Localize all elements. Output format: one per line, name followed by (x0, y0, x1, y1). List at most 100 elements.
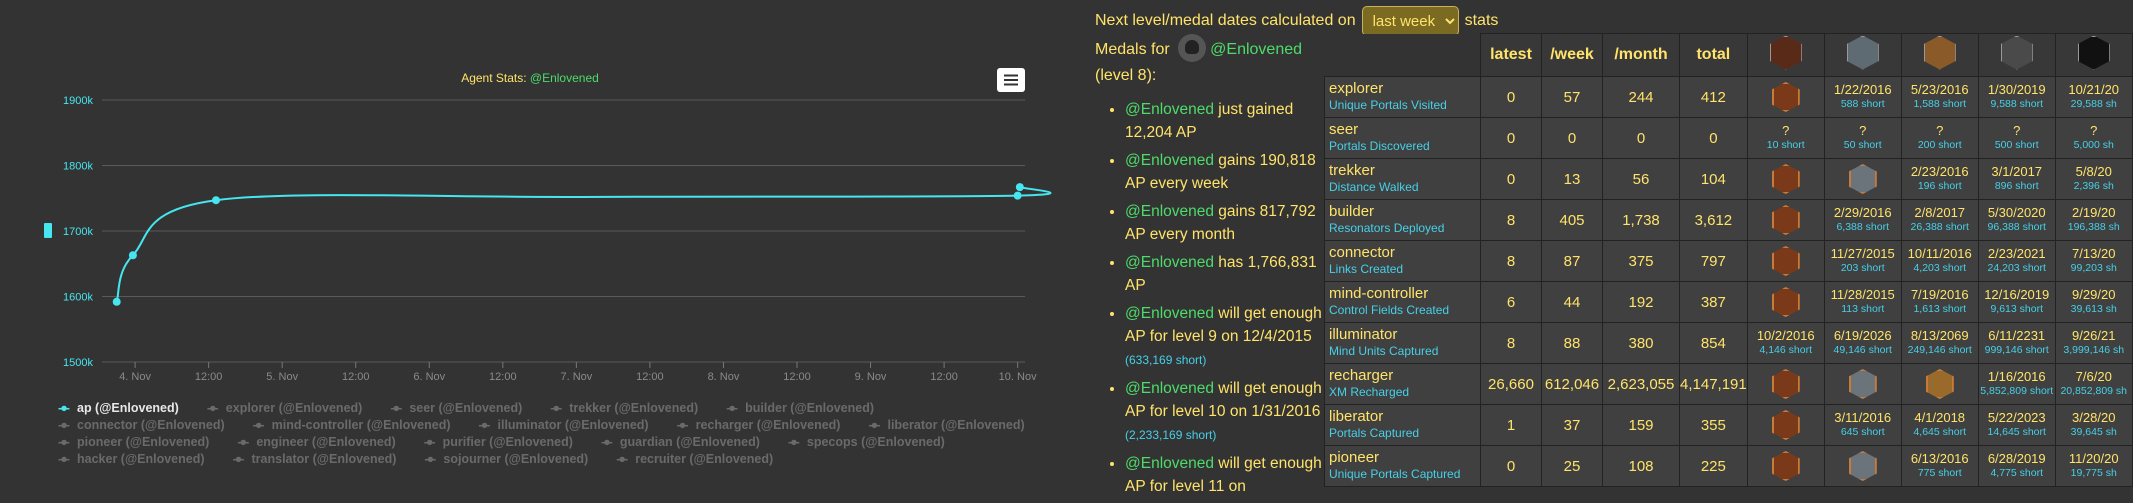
shortfall: 9,588 short (1990, 98, 2043, 110)
pioneer-bronze-icon (1771, 451, 1800, 481)
legend-label: mind-controller (@Enlovened) (271, 418, 451, 432)
stat-item: @Enlovened will get enough AP for level … (1125, 452, 1327, 498)
col-silver-medal (1823, 33, 1902, 77)
data-point[interactable] (128, 251, 137, 260)
recharger-bronze-icon (1771, 369, 1800, 399)
projected-date: 7/13/20 (2072, 246, 2116, 261)
legend-item[interactable]: -●- translator (@Enlovened) (227, 451, 397, 468)
table-row: illuminator Mind Units Captured 8 88 380 854 1… (1324, 322, 2133, 364)
legend-item[interactable]: -●- liberator (@Enlovened) (862, 417, 1025, 434)
projected-date: 3/28/20 (2072, 410, 2116, 425)
cell-total: 3,612 (1679, 199, 1748, 241)
legend-item[interactable]: -●- engineer (@Enlovened) (231, 434, 395, 451)
medal-earned-cell (1746, 240, 1825, 282)
medal-description: Portals Captured (1329, 426, 1420, 440)
legend-item[interactable]: -●- builder (@Enlovened) (720, 400, 874, 417)
legend-label: trekker (@Enlovened) (569, 401, 699, 415)
medal-description: XM Recharged (1329, 385, 1410, 399)
legend-item[interactable]: -●- purifier (@Enlovened) (418, 434, 573, 451)
period-select[interactable]: last week (1361, 6, 1459, 36)
legend-item[interactable]: -●- recharger (@Enlovened) (671, 417, 841, 434)
medal-projection-cell: ? 500 short (1977, 117, 2056, 159)
menu-button[interactable] (997, 68, 1025, 92)
legend-label: explorer (@Enlovened) (225, 401, 363, 415)
legend-item[interactable]: -●- pioneer (@Enlovened) (52, 434, 209, 451)
legend-label: guardian (@Enlovened) (619, 435, 760, 449)
projected-date: 7/6/20 (2075, 369, 2112, 384)
legend-label: ap (@Enlovened) (77, 401, 179, 415)
table-row: liberator Portals Captured 1 37 159 355 3/11/2… (1324, 404, 2133, 446)
legend-item[interactable]: -●- mind-controller (@Enlovened) (247, 417, 451, 434)
medal-name: connector (1329, 244, 1395, 261)
cell-latest: 26,660 (1480, 363, 1542, 405)
data-point[interactable] (112, 297, 121, 306)
stat-user[interactable]: @Enlovened (1125, 101, 1214, 118)
stat-user[interactable]: @Enlovened (1125, 203, 1214, 220)
table-row: recharger XM Recharged 26,660 612,046 2,623,… (1324, 363, 2133, 405)
medal-projection-cell: 6/28/2019 4,775 short (1977, 445, 2056, 487)
medals-for-user[interactable]: @Enlovened (1210, 41, 1302, 58)
legend-marker-icon: -●- (58, 452, 70, 466)
medal-name-cell: trekker Distance Walked (1324, 158, 1481, 200)
legend-item[interactable]: -●- hacker (@Enlovened) (52, 451, 204, 468)
medal-description: Control Fields Created (1329, 303, 1450, 317)
cell-total: 355 (1679, 404, 1748, 446)
data-point[interactable] (211, 196, 220, 205)
shortfall: 10 short (1766, 139, 1805, 151)
legend-item[interactable]: -●- illuminator (@Enlovened) (473, 417, 649, 434)
medal-projection-cell: 12/16/2019 9,613 short (1977, 281, 2056, 323)
legend-item[interactable]: -●- sojourner (@Enlovened) (418, 451, 588, 468)
projected-date: 5/8/20 (2075, 164, 2112, 179)
cell-total: 412 (1679, 76, 1748, 118)
legend-item[interactable]: -●- explorer (@Enlovened) (201, 400, 363, 417)
x-tick-label: 12:00 (489, 371, 517, 383)
projected-date: 5/30/2020 (1987, 205, 2046, 220)
shortfall: 24,203 short (1987, 262, 2046, 274)
shortfall: 96,388 short (1987, 221, 2046, 233)
projected-date: 3/11/2016 (1834, 410, 1892, 425)
projected-date: ? (2090, 123, 2098, 138)
cell-latest: 0 (1480, 76, 1542, 118)
x-tick-label: 5. Nov (266, 371, 298, 383)
legend-item[interactable]: -●- trekker (@Enlovened) (544, 400, 698, 417)
shortfall: 49,146 short (1833, 344, 1892, 356)
shortfall: 4,775 short (1990, 467, 2043, 479)
shortfall: 5,000 sh (2073, 139, 2114, 151)
recharger-gold-icon (1925, 369, 1954, 399)
legend-marker-icon: -●- (726, 401, 738, 415)
projected-date: 2/23/2021 (1987, 246, 2046, 261)
y-axis-icon (44, 223, 52, 238)
projected-date: 5/22/2023 (1987, 410, 2046, 425)
cell-month: 375 (1602, 240, 1680, 282)
medal-projection-cell: 2/23/2016 196 short (1900, 158, 1979, 200)
stat-user[interactable]: @Enlovened (1125, 254, 1214, 271)
projected-date: 1/30/2019 (1987, 82, 2046, 97)
medal-projection-cell: 5/30/2020 96,388 short (1977, 199, 2056, 241)
medal-name-cell: builder Resonators Deployed (1324, 199, 1481, 241)
legend-marker-icon: -●- (424, 452, 436, 466)
y-tick-label: 1900k (63, 95, 93, 107)
legend-item[interactable]: -●- seer (@Enlovened) (384, 400, 522, 417)
medal-name-cell: recharger XM Recharged (1324, 363, 1481, 405)
shortfall: 50 short (1843, 139, 1882, 151)
shortfall: 3,999,146 sh (2063, 344, 2125, 356)
legend-item[interactable]: -●- specops (@Enlovened) (782, 434, 945, 451)
cell-month: 56 (1602, 158, 1680, 200)
legend-item[interactable]: -●- connector (@Enlovened) (52, 417, 225, 434)
medals-for-label: Medals for (1095, 41, 1170, 59)
stat-user[interactable]: @Enlovened (1125, 152, 1214, 169)
stat-user[interactable]: @Enlovened (1125, 455, 1214, 472)
legend-item[interactable]: -●- guardian (@Enlovened) (595, 434, 760, 451)
stat-user[interactable]: @Enlovened (1125, 305, 1214, 322)
stat-user[interactable]: @Enlovened (1125, 380, 1214, 397)
legend-item[interactable]: -●- ap (@Enlovened) (52, 400, 179, 417)
legend-item[interactable]: -●- recruiter (@Enlovened) (610, 451, 773, 468)
y-tick-label: 1800k (63, 161, 93, 173)
x-tick-label: 12:00 (195, 371, 223, 383)
avatar (1178, 34, 1207, 62)
cell-latest: 6 (1480, 281, 1542, 323)
data-point[interactable] (1013, 191, 1022, 200)
legend-label: recruiter (@Enlovened) (635, 452, 774, 466)
data-point[interactable] (1015, 183, 1024, 192)
legend-marker-icon: -●- (252, 418, 265, 432)
